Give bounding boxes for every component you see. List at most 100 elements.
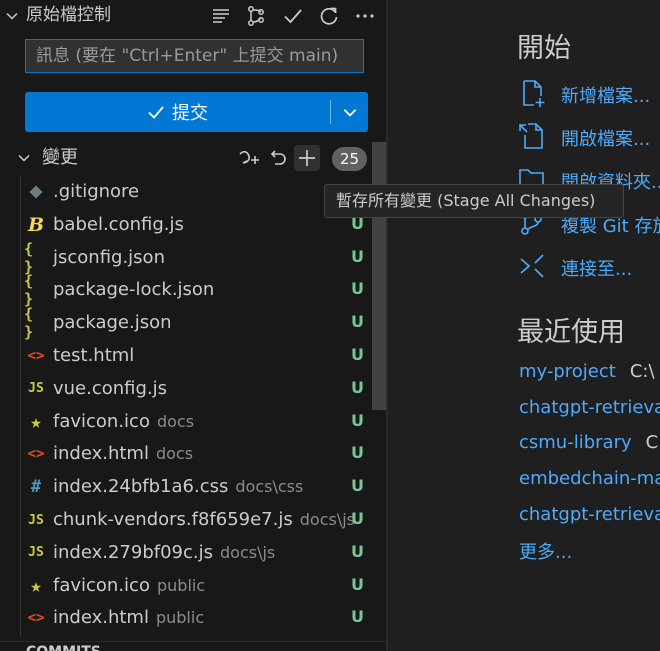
- recent-item-link[interactable]: chatgpt-retrieval: [519, 504, 660, 525]
- file-name-text: favicon.ico: [53, 574, 150, 596]
- css-icon: #: [30, 477, 42, 498]
- file-row[interactable]: Bbabel.config.js U: [0, 209, 372, 242]
- changes-count-badge: 25: [332, 147, 367, 171]
- file-name-text: index.24bfb1a6.css: [53, 476, 229, 498]
- file-row[interactable]: <> index.html docs U: [0, 438, 372, 471]
- file-row[interactable]: # index.24bfb1a6.css docs\css U: [0, 471, 372, 504]
- file-status-untracked: U: [351, 509, 364, 528]
- commit-button[interactable]: 提交: [25, 92, 368, 132]
- file-directory: docs\js: [220, 542, 276, 562]
- file-name: chunk-vendors.f8f659e7.js docs\js: [53, 508, 355, 532]
- commit-button-label: 提交: [172, 103, 208, 124]
- file-row[interactable]: ★ favicon.ico docs U: [0, 406, 372, 439]
- file-name-text: package-lock.json: [53, 279, 215, 301]
- stage-all-icon[interactable]: [294, 145, 320, 171]
- file-directory: public: [155, 608, 205, 628]
- commits-section-header[interactable]: COMMITS: [0, 641, 386, 651]
- file-name-text: jsconfig.json: [53, 246, 165, 268]
- welcome-action[interactable]: 新增檔案...: [517, 76, 660, 110]
- recent-heading: 最近使用: [517, 317, 625, 348]
- file-row[interactable]: .gitignoreU: [0, 176, 372, 209]
- file-name-text: test.html: [53, 345, 135, 366]
- source-control-panel: 原始檔控制 提交 變更: [0, 0, 386, 651]
- changes-section-header[interactable]: 變更: [0, 142, 372, 174]
- more-recent-link[interactable]: 更多...: [519, 538, 572, 564]
- file-row[interactable]: JS index.279bf09c.js docs\js U: [0, 537, 372, 570]
- file-status-untracked: U: [351, 476, 364, 496]
- stage-all-tooltip: 暫存所有變更 (Stage All Changes): [324, 184, 624, 218]
- star-icon: ★: [30, 410, 42, 433]
- commit-message-input[interactable]: [25, 39, 364, 73]
- file-status-untracked: U: [351, 312, 364, 332]
- scrollbar-thumb[interactable]: [372, 142, 386, 410]
- refresh-icon[interactable]: [317, 4, 341, 28]
- file-name: babel.config.js: [53, 213, 184, 237]
- welcome-action[interactable]: 開啟檔案...: [517, 119, 660, 153]
- file-name: index.279bf09c.js docs\js: [53, 541, 275, 565]
- file-name: favicon.ico docs: [53, 410, 194, 434]
- file-row[interactable]: { } package.json U: [0, 305, 372, 341]
- html-icon: <>: [27, 610, 45, 627]
- html-icon: <>: [27, 348, 45, 364]
- file-row[interactable]: ★ favicon.ico public U: [0, 570, 372, 603]
- file-row[interactable]: <> test.html U: [0, 340, 372, 373]
- file-status-untracked: U: [351, 607, 364, 627]
- list-view-icon[interactable]: [209, 4, 233, 28]
- file-name: vue.config.js: [53, 377, 167, 401]
- file-row[interactable]: { } jsconfig.json U: [0, 240, 372, 276]
- start-heading: 開始: [517, 33, 571, 64]
- check-icon[interactable]: [281, 4, 305, 28]
- recent-item: chatgpt-retrieval: [519, 504, 660, 532]
- welcome-action-label: 連接至...: [561, 259, 633, 280]
- recent-item-link[interactable]: csmu-library: [519, 432, 632, 453]
- html-icon: <>: [27, 446, 45, 463]
- branch-graph-icon[interactable]: [244, 4, 268, 28]
- file-status-untracked: U: [351, 279, 364, 299]
- recent-item: chatgpt-retrieval: [519, 397, 660, 425]
- new-file-icon: [517, 78, 547, 108]
- file-status-untracked: U: [351, 541, 364, 561]
- discard-all-icon[interactable]: [266, 145, 292, 171]
- commit-button-main[interactable]: 提交: [25, 92, 329, 132]
- open-changes-icon[interactable]: [236, 145, 262, 171]
- welcome-action[interactable]: 連接至...: [517, 249, 660, 283]
- scm-title: 原始檔控制: [26, 5, 111, 25]
- file-name-text: babel.config.js: [53, 213, 184, 235]
- file-name: package.json: [53, 311, 172, 335]
- file-row[interactable]: JS vue.config.js U: [0, 373, 372, 406]
- welcome-action-label: 開啟檔案...: [561, 129, 651, 150]
- file-name: index.html public: [53, 606, 204, 630]
- file-name: index.24bfb1a6.css docs\css: [53, 475, 303, 499]
- js-icon: JS: [28, 512, 44, 528]
- file-directory: docs: [155, 444, 194, 464]
- js-icon: JS: [28, 545, 44, 561]
- recent-item-link[interactable]: chatgpt-retrieval: [519, 397, 660, 418]
- file-name: .gitignore: [53, 180, 139, 204]
- recent-item-link[interactable]: my-project: [519, 361, 616, 382]
- file-name-text: package.json: [53, 312, 172, 334]
- welcome-action-label: 新增檔案...: [561, 86, 651, 107]
- more-icon[interactable]: [353, 4, 377, 28]
- git-icon: [24, 180, 48, 204]
- file-status-untracked: U: [351, 377, 364, 397]
- star-icon: ★: [30, 574, 42, 597]
- file-directory: docs\js: [299, 510, 355, 529]
- file-name: jsconfig.json: [53, 246, 165, 270]
- file-directory: public: [156, 575, 206, 595]
- chevron-down-icon[interactable]: [4, 8, 20, 24]
- file-row[interactable]: { } package-lock.json U: [0, 272, 372, 308]
- recent-item: embedchain-ma: [519, 468, 660, 496]
- file-name: favicon.ico public: [53, 574, 205, 598]
- file-status-untracked: U: [351, 345, 364, 364]
- chevron-down-icon[interactable]: [16, 150, 32, 166]
- file-name-text: index.279bf09c.js: [53, 541, 213, 563]
- file-row[interactable]: <> index.html public U: [0, 602, 372, 635]
- open-file-icon: [517, 121, 547, 151]
- recent-item-link[interactable]: embedchain-ma: [519, 468, 660, 489]
- babel-icon: B: [27, 213, 45, 236]
- welcome-page: 開始 新增檔案...開啟檔案...開啟資料夾...複製 Git 存放庫...連接…: [388, 0, 660, 651]
- commit-dropdown-button[interactable]: [331, 92, 368, 132]
- file-name-text: vue.config.js: [53, 377, 168, 399]
- file-row[interactable]: JS chunk-vendors.f8f659e7.js docs\js U: [0, 504, 372, 537]
- recent-item: csmu-library C: [519, 432, 658, 460]
